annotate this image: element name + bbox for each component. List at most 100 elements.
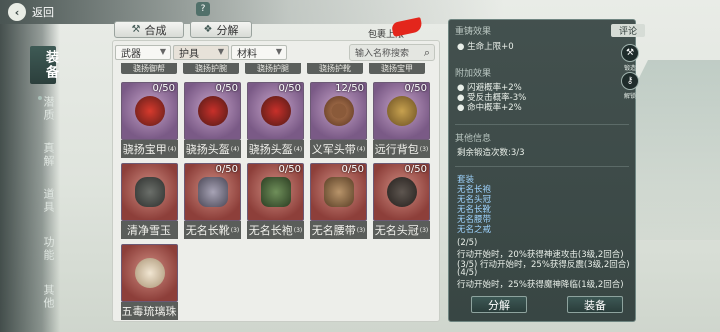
equip-button[interactable]: 装备: [567, 296, 623, 313]
bead-headband-icon: [324, 96, 354, 126]
forge-label: 锻造: [623, 65, 636, 72]
unlock-icon: ⚷: [621, 72, 639, 90]
forge-remaining: 剩余锻造次数:3/3: [457, 148, 525, 158]
recast-title: 重铸效果: [455, 27, 492, 37]
item-slot[interactable]: 五毒琉璃珠: [121, 244, 178, 322]
back-arrow-icon: ‹: [8, 3, 26, 21]
partial-item-row: 骁扬御帮 骁扬护腕 骁扬护腿 骁扬护靴 骁扬宝甲: [121, 63, 433, 74]
armor-filter-label: 护具: [179, 49, 199, 60]
item-count: 0/50: [278, 164, 301, 175]
set-bonus-line: (3/5) 行动开始时，25%获得反震(3级,2回合): [457, 260, 630, 270]
item-slot[interactable]: 0/50 无名长靴 (3): [184, 163, 241, 241]
nav-item-potential[interactable]: 潜质: [32, 96, 55, 122]
decompose-tab-label: 分解: [216, 23, 239, 37]
forge-tool[interactable]: ⚒ 锻造: [619, 44, 641, 72]
extra-stat: ● 命中概率+2%: [457, 103, 522, 113]
item-name: 清净雪玉: [121, 221, 178, 239]
set-bonus-line: (2/5): [457, 238, 478, 248]
nav-item-equipment[interactable]: 装备: [30, 46, 58, 84]
belt-icon: [324, 177, 354, 207]
partial-item-name[interactable]: 骁扬护靴: [307, 63, 363, 74]
forge-icon: ⚒: [621, 44, 639, 62]
set-bonus-line: (4/5): [457, 268, 478, 278]
review-button[interactable]: 评论: [611, 24, 645, 37]
inventory-panel: 武器 ▼ 护具 ▼ 材料 ▼ 输入名称搜索 ⌕ 骁扬御帮 骁扬护腕 骁扬护腿 骁…: [112, 40, 440, 322]
item-detail-panel: 重铸效果 评论 ● 生命上限+0 ⚒ 锻造 ⚷ 解锁 附加效果 ● 闪避概率+2…: [448, 19, 645, 322]
search-input[interactable]: 输入名称搜索 ⌕: [349, 44, 435, 61]
item-count: 0/50: [404, 164, 427, 175]
nav-item-functions[interactable]: 功能: [32, 236, 55, 262]
divider: [455, 124, 629, 125]
item-name: 义军头带 (4): [310, 140, 367, 158]
partial-item-name[interactable]: 骁扬护腕: [183, 63, 239, 74]
helmet-icon: [261, 96, 291, 126]
set-item: 无名之戒: [457, 225, 492, 235]
item-slot[interactable]: 0/50 骁扬头盔 (4): [184, 82, 241, 160]
item-count: 0/50: [215, 164, 238, 175]
help-icon[interactable]: ?: [196, 2, 210, 16]
search-icon[interactable]: ⌕: [424, 46, 430, 60]
extra-effects-title: 附加效果: [455, 69, 492, 79]
item-name: 骁扬头盔 (4): [247, 140, 304, 158]
pearl-icon: [135, 258, 165, 288]
stack-icon: ❖: [203, 24, 213, 35]
helmet-icon: [198, 96, 228, 126]
item-count: 0/50: [278, 83, 301, 94]
partial-item-name[interactable]: 骁扬护腿: [245, 63, 301, 74]
item-count: 0/50: [404, 83, 427, 94]
item-name: 骁扬宝甲 (4): [121, 140, 178, 158]
crown-icon: [387, 177, 417, 207]
item-slot[interactable]: 0/50 无名腰带 (3): [310, 163, 367, 241]
robe-icon: [261, 177, 291, 207]
back-button[interactable]: ‹ 返回: [8, 3, 54, 21]
item-name: 无名腰带 (3): [310, 221, 367, 239]
item-name: 远行背包 (3): [373, 140, 430, 158]
material-filter[interactable]: 材料 ▼: [231, 45, 287, 60]
item-slot[interactable]: 0/50 骁扬宝甲 (4): [121, 82, 178, 160]
item-slot[interactable]: 0/50 骁扬头盔 (4): [247, 82, 304, 160]
item-name: 无名长靴 (3): [184, 221, 241, 239]
divider: [455, 166, 629, 167]
partial-item-name[interactable]: 骁扬宝甲: [369, 63, 425, 74]
chevron-down-icon: ▼: [159, 47, 166, 56]
item-count: 0/50: [215, 83, 238, 94]
other-info-title: 其他信息: [455, 134, 492, 144]
weapon-filter-label: 武器: [121, 49, 141, 60]
item-name: 五毒琉璃珠: [121, 302, 178, 320]
item-slot[interactable]: 0/50 无名头冠 (3): [373, 163, 430, 241]
chevron-down-icon: ▼: [275, 47, 282, 56]
back-label: 返回: [32, 6, 54, 19]
item-count: 0/50: [152, 83, 175, 94]
item-slot[interactable]: 0/50 无名长袍 (3): [247, 163, 304, 241]
item-count: 12/50: [335, 83, 364, 94]
weapon-filter[interactable]: 武器 ▼: [115, 45, 171, 60]
boots-icon: [198, 177, 228, 207]
set-bonus-line: 行动开始时，25%获得魔神降临(1级,2回合): [457, 280, 624, 290]
decompose-tab-button[interactable]: ❖ 分解: [190, 21, 252, 38]
armor-icon: [135, 96, 165, 126]
nav-item-props[interactable]: 道具: [32, 188, 55, 214]
unbind-tool[interactable]: ⚷ 解锁: [619, 72, 641, 100]
background-pavilion: [630, 60, 720, 240]
item-count: 0/50: [341, 164, 364, 175]
partial-item-name[interactable]: 骁扬御帮: [121, 63, 177, 74]
side-nav: 装备 潜质 真解 道具 功能 其他: [0, 24, 60, 332]
craft-button[interactable]: ⚒ 合成: [114, 21, 184, 38]
item-slot[interactable]: 0/50 远行背包 (3): [373, 82, 430, 160]
chevron-down-icon: ▼: [217, 47, 224, 56]
item-name: 无名长袍 (3): [247, 221, 304, 239]
item-slot[interactable]: 清净雪玉: [121, 163, 178, 241]
armor-filter[interactable]: 护具 ▼: [173, 45, 229, 60]
nav-item-true-solution[interactable]: 真解: [32, 142, 55, 168]
craft-label: 合成: [144, 23, 167, 37]
nav-item-other[interactable]: 其他: [32, 284, 55, 310]
search-placeholder: 输入名称搜索: [355, 49, 410, 59]
item-name: 无名头冠 (3): [373, 221, 430, 239]
item-slot[interactable]: 12/50 义军头带 (4): [310, 82, 367, 160]
decompose-button[interactable]: 分解: [471, 296, 527, 313]
recast-stat: ● 生命上限+0: [457, 42, 514, 52]
item-name: 骁扬头盔 (4): [184, 140, 241, 158]
material-filter-label: 材料: [237, 49, 257, 60]
jade-stone-icon: [135, 177, 165, 207]
backpack-icon: [387, 96, 417, 126]
